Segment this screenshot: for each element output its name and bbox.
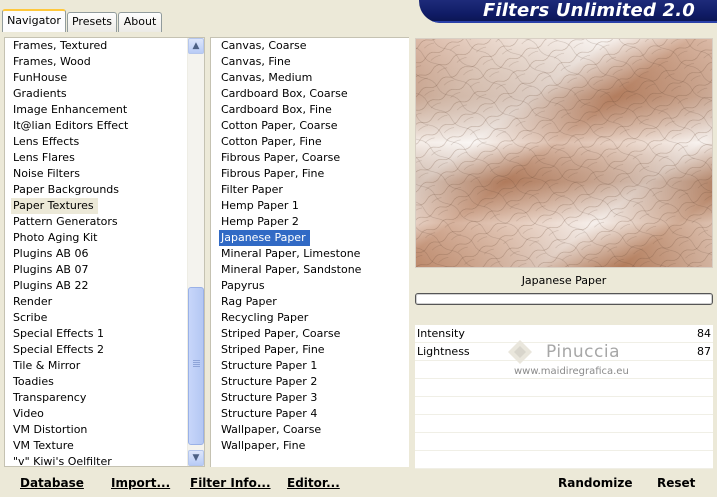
filter-list-item[interactable]: Structure Paper 4	[219, 406, 405, 422]
filter-list-item[interactable]: Hemp Paper 2	[219, 214, 405, 230]
slider-label: Intensity	[417, 327, 465, 340]
slider-empty	[415, 415, 713, 433]
scroll-up-button[interactable]: ▲	[188, 38, 204, 54]
filter-list-item[interactable]: Japanese Paper	[219, 230, 310, 246]
filter-list-item[interactable]: Cardboard Box, Fine	[219, 102, 405, 118]
category-list-item[interactable]: Gradients	[11, 86, 187, 102]
slider-label: Lightness	[417, 345, 470, 358]
slider-empty	[415, 397, 713, 415]
filter-list-item[interactable]: Wallpaper, Fine	[219, 438, 405, 454]
category-list-item[interactable]: Paper Textures	[11, 198, 98, 214]
category-list-item[interactable]: Paper Backgrounds	[11, 182, 187, 198]
category-scrollbar[interactable]: ▲ ▼	[187, 38, 204, 466]
app-title: Filters Unlimited 2.0	[482, 0, 695, 21]
filter-list-item[interactable]: Fibrous Paper, Coarse	[219, 150, 405, 166]
category-list-item[interactable]: Scribe	[11, 310, 187, 326]
category-list-item[interactable]: Video	[11, 406, 187, 422]
category-list-item[interactable]: Toadies	[11, 374, 187, 390]
category-list-item[interactable]: "v" Kiwi's Oelfilter	[11, 454, 187, 470]
category-list-item[interactable]: Frames, Textured	[11, 38, 187, 54]
filter-list-item[interactable]: Recycling Paper	[219, 310, 405, 326]
slider-empty	[415, 451, 713, 469]
filter-list-item[interactable]: Striped Paper, Fine	[219, 342, 405, 358]
watermark-url: www.maidiregrafica.eu	[514, 366, 629, 377]
category-list-item[interactable]: Transparency	[11, 390, 187, 406]
category-list-item[interactable]: Image Enhancement	[11, 102, 187, 118]
category-list-item[interactable]: Noise Filters	[11, 166, 187, 182]
category-list: Frames, Textured Frames, Wood FunHouse Grad…	[11, 38, 187, 470]
category-list-item[interactable]: Pattern Generators	[11, 214, 187, 230]
filter-list-item[interactable]: Papyrus	[219, 278, 405, 294]
filter-list: Canvas, Coarse Canvas, Fine Canvas, Medium…	[219, 38, 405, 454]
randomize-button[interactable]: Randomize	[558, 475, 632, 491]
category-list-item[interactable]: Lens Flares	[11, 150, 187, 166]
category-list-item[interactable]: VM Texture	[11, 438, 187, 454]
category-list-item[interactable]: VM Distortion	[11, 422, 187, 438]
category-list-item[interactable]: Special Effects 2	[11, 342, 187, 358]
category-list-item[interactable]: Lens Effects	[11, 134, 187, 150]
editor-button[interactable]: Editor...	[287, 475, 340, 491]
tab-about[interactable]: About	[118, 12, 162, 32]
filter-list-item[interactable]: Canvas, Fine	[219, 54, 405, 70]
scroll-grip-icon	[193, 360, 200, 368]
slider-empty	[415, 433, 713, 451]
filter-list-item[interactable]: Mineral Paper, Limestone	[219, 246, 405, 262]
watermark: Pinuccia www.maidiregrafica.eu	[500, 334, 650, 384]
category-list-item[interactable]: Frames, Wood	[11, 54, 187, 70]
filter-info-button[interactable]: Filter Info...	[190, 475, 271, 491]
database-button[interactable]: Database	[20, 475, 84, 491]
filter-list-item[interactable]: Filter Paper	[219, 182, 405, 198]
category-list-panel: Frames, Textured Frames, Wood FunHouse Grad…	[4, 37, 205, 470]
paper-texture-preview	[416, 39, 712, 267]
tab-navigator[interactable]: Navigator	[2, 9, 66, 32]
category-list-item[interactable]: Render	[11, 294, 187, 310]
category-list-item[interactable]: It@lian Editors Effect	[11, 118, 187, 134]
filter-list-item[interactable]: Cardboard Box, Coarse	[219, 86, 405, 102]
scroll-thumb[interactable]	[188, 287, 204, 445]
preview-name-bar: Japanese Paper	[415, 270, 713, 292]
render-progress-bar	[415, 293, 713, 305]
filter-list-panel: Canvas, Coarse Canvas, Fine Canvas, Medium…	[210, 37, 409, 467]
filter-list-item[interactable]: Mineral Paper, Sandstone	[219, 262, 405, 278]
slider-value: 87	[697, 345, 711, 358]
category-list-item[interactable]: Plugins AB 07	[11, 262, 187, 278]
category-list-item[interactable]: Tile & Mirror	[11, 358, 187, 374]
filter-list-item[interactable]: Canvas, Medium	[219, 70, 405, 86]
tab-presets[interactable]: Presets	[67, 12, 117, 32]
category-list-item[interactable]: FunHouse	[11, 70, 187, 86]
watermark-title: Pinuccia	[546, 342, 620, 362]
filter-list-item[interactable]: Structure Paper 2	[219, 374, 405, 390]
watermark-logo-icon	[508, 340, 532, 364]
bottom-toolbar: Database Import... Filter Info... Editor…	[0, 469, 717, 497]
filter-list-item[interactable]: Striped Paper, Coarse	[219, 326, 405, 342]
reset-button[interactable]: Reset	[657, 475, 695, 491]
filter-list-item[interactable]: Cotton Paper, Coarse	[219, 118, 405, 134]
filter-list-item[interactable]: Canvas, Coarse	[219, 38, 405, 54]
app-banner: Filters Unlimited 2.0	[419, 0, 717, 23]
preview-filter-name: Japanese Paper	[521, 274, 607, 287]
filter-list-item[interactable]: Wallpaper, Coarse	[219, 422, 405, 438]
category-list-item[interactable]: Plugins AB 06	[11, 246, 187, 262]
filter-list-item[interactable]: Hemp Paper 1	[219, 198, 405, 214]
category-list-item[interactable]: Plugins AB 22	[11, 278, 187, 294]
filter-list-item[interactable]: Structure Paper 1	[219, 358, 405, 374]
filter-list-item[interactable]: Cotton Paper, Fine	[219, 134, 405, 150]
filter-list-item[interactable]: Fibrous Paper, Fine	[219, 166, 405, 182]
slider-value: 84	[697, 327, 711, 340]
import-button[interactable]: Import...	[111, 475, 170, 491]
filter-list-item[interactable]: Rag Paper	[219, 294, 405, 310]
category-list-item[interactable]: Photo Aging Kit	[11, 230, 187, 246]
filter-preview	[415, 38, 713, 268]
filter-list-item[interactable]: Structure Paper 3	[219, 390, 405, 406]
scroll-down-button[interactable]: ▼	[188, 450, 204, 466]
category-list-item[interactable]: Special Effects 1	[11, 326, 187, 342]
